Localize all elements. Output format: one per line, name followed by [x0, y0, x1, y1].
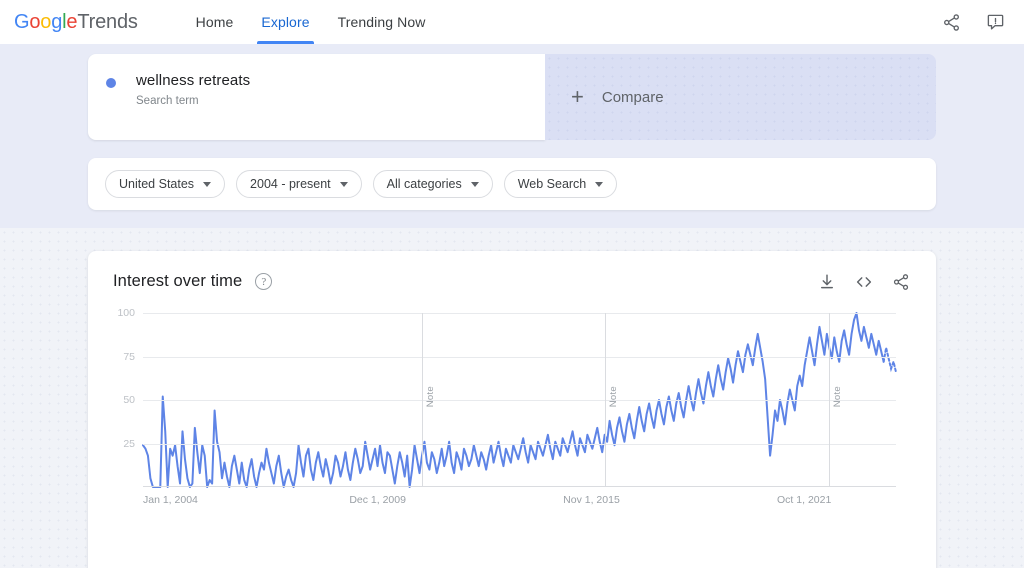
- plus-icon: +: [571, 84, 584, 109]
- interest-over-time-card: Interest over time ? 100 75 50 25 Jan 1,…: [88, 251, 936, 568]
- gridline: [143, 443, 896, 445]
- share-icon[interactable]: [940, 11, 962, 33]
- series-color-dot: [106, 78, 116, 88]
- nav-item-home[interactable]: Home: [182, 0, 248, 44]
- gridline: [143, 313, 896, 314]
- search-term-card[interactable]: wellness retreats Search term: [88, 54, 545, 140]
- logo-letter-g1: G: [14, 10, 30, 33]
- category-filter-label: All categories: [386, 177, 462, 191]
- chart-header: Interest over time ?: [88, 251, 936, 291]
- filter-bar: United States 2004 - present All categor…: [88, 158, 936, 210]
- note-marker-line[interactable]: [605, 313, 607, 487]
- search-type-filter[interactable]: Web Search: [503, 170, 618, 198]
- chevron-down-icon: [203, 181, 212, 187]
- y-axis-tick: 25: [123, 437, 135, 450]
- x-axis-tick: Jan 1, 2004: [143, 494, 198, 506]
- interest-over-time-chart: 100 75 50 25 Jan 1, 2004 Dec 1, 2009 Nov 1, 20…: [113, 307, 906, 513]
- feedback-icon[interactable]: [984, 11, 1006, 33]
- filter-bar-wrapper: United States 2004 - present All categor…: [0, 140, 1024, 210]
- nav-item-trending-now[interactable]: Trending Now: [324, 0, 440, 44]
- y-axis-tick: 100: [117, 307, 135, 319]
- main-content: Interest over time ? 100 75 50 25 Jan 1,…: [0, 228, 1024, 568]
- download-icon[interactable]: [818, 273, 836, 291]
- search-term-subtitle: Search term: [136, 95, 199, 107]
- x-axis-line: [143, 486, 896, 487]
- chart-tools: [818, 273, 910, 291]
- location-filter[interactable]: United States: [105, 170, 226, 198]
- search-band: wellness retreats Search term + Compare …: [0, 44, 1024, 228]
- x-axis-tick: Dec 1, 2009: [349, 494, 406, 506]
- x-axis-tick: Oct 1, 2021: [777, 494, 832, 506]
- embed-icon[interactable]: [855, 273, 873, 291]
- search-type-filter-label: Web Search: [517, 177, 587, 191]
- x-axis-tick: Nov 1, 2015: [563, 494, 620, 506]
- time-range-filter-label: 2004 - present: [250, 177, 331, 191]
- time-range-filter[interactable]: 2004 - present: [236, 170, 362, 198]
- help-icon[interactable]: ?: [255, 273, 273, 290]
- logo-word-trends: Trends: [77, 10, 138, 33]
- chevron-down-icon: [595, 181, 604, 187]
- location-filter-label: United States: [119, 177, 195, 191]
- note-marker-label[interactable]: Note: [832, 386, 843, 407]
- search-terms-row: wellness retreats Search term + Compare: [0, 54, 1024, 140]
- logo-letter-o2: o: [40, 10, 52, 33]
- nav-item-explore[interactable]: Explore: [247, 0, 323, 44]
- category-filter[interactable]: All categories: [372, 170, 493, 198]
- main-nav: Home Explore Trending Now: [182, 0, 440, 44]
- logo-letter-e: e: [66, 10, 78, 33]
- share-icon[interactable]: [892, 273, 910, 291]
- note-marker-line[interactable]: [421, 313, 423, 487]
- y-axis-tick: 50: [123, 394, 135, 406]
- search-term-title: wellness retreats: [136, 72, 251, 89]
- trend-line-partial-path: [882, 347, 897, 374]
- gridline: [143, 400, 896, 401]
- y-axis-tick: 75: [123, 350, 135, 363]
- note-marker-label[interactable]: Note: [608, 386, 619, 407]
- plot-area: 100 75 50 25 Jan 1, 2004 Dec 1, 2009 Nov 1, 20…: [117, 307, 897, 506]
- compare-label: Compare: [601, 88, 664, 106]
- app-header: GoogleTrends Home Explore Trending Now: [0, 0, 1024, 44]
- gridline: [143, 356, 896, 358]
- google-trends-logo[interactable]: GoogleTrends: [14, 11, 138, 34]
- chevron-down-icon: [470, 181, 479, 187]
- logo-letter-o1: o: [29, 10, 41, 33]
- header-actions: [940, 11, 1006, 33]
- search-term-text: wellness retreats Search term: [136, 72, 250, 107]
- logo-letter-g2: g: [51, 10, 63, 33]
- note-marker-line[interactable]: [828, 313, 830, 487]
- compare-card[interactable]: + Compare: [545, 54, 936, 140]
- page-title: Interest over time: [113, 272, 243, 290]
- note-marker-label[interactable]: Note: [425, 386, 436, 407]
- chevron-down-icon: [339, 181, 348, 187]
